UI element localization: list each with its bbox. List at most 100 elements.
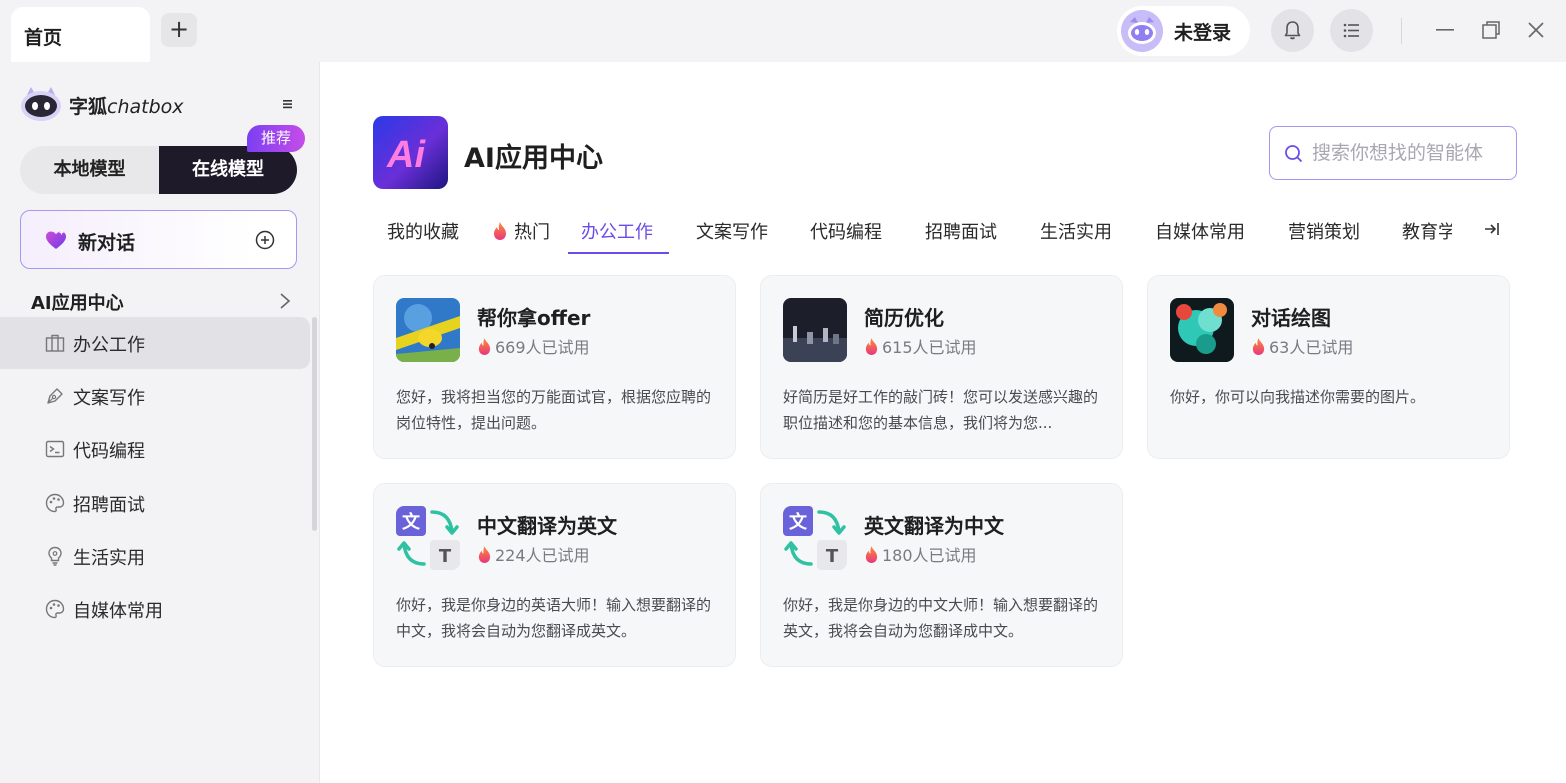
sidebar-item-coding[interactable]: 代码编程	[0, 423, 310, 475]
app-card[interactable]: 文 T 中文翻译为英文 224人已试用 你好，我是你身边的英语大师！输入想要翻译…	[373, 483, 736, 667]
svg-text:T: T	[826, 546, 839, 567]
app-card[interactable]: 文 T 英文翻译为中文 180人已试用 你好，我是你身边的中文大师！输入想要翻译…	[760, 483, 1123, 667]
online-model-tab[interactable]: 在线模型	[159, 146, 297, 194]
sidebar-scrollbar[interactable]	[312, 317, 317, 531]
fire-icon	[478, 546, 491, 563]
app-card[interactable]: 帮你拿offer 669人已试用 您好，我将担当您的万能面试官，根据您应聘的岗位…	[373, 275, 736, 459]
new-chat-label: 新对话	[78, 232, 136, 254]
minimize-icon[interactable]	[1433, 18, 1457, 42]
sidebar-item-office[interactable]: 办公工作	[0, 317, 310, 369]
fire-icon	[494, 222, 506, 240]
model-switch: 本地模型 在线模型	[20, 146, 297, 194]
ai-app-logo: Ai	[373, 116, 448, 189]
list-menu-button[interactable]	[1330, 9, 1373, 52]
tab-education[interactable]: 教育学	[1402, 218, 1452, 244]
search-input[interactable]	[1312, 139, 1508, 167]
card-usage: 669人已试用	[477, 334, 590, 358]
close-icon[interactable]	[1524, 18, 1548, 42]
card-usage: 180人已试用	[864, 542, 977, 566]
sidebar-item-self-media[interactable]: 自媒体常用	[0, 583, 310, 635]
tab-self-media[interactable]: 自媒体常用	[1155, 218, 1245, 244]
tab-favorites[interactable]: 我的收藏	[387, 218, 459, 244]
card-title: 对话绘图	[1251, 306, 1331, 330]
tab-home[interactable]: 首页	[11, 7, 150, 62]
svg-text:T: T	[439, 546, 452, 567]
section-title-ai-apps: AI应用中心	[31, 293, 124, 314]
card-title: 简历优化	[864, 306, 944, 330]
chevron-right-icon[interactable]	[278, 292, 292, 310]
sidebar-item-label: 招聘面试	[73, 495, 145, 516]
app-card[interactable]: 简历优化 615人已试用 好简历是好工作的敲门砖！您可以发送感兴趣的职位描述和您…	[760, 275, 1123, 459]
tab-coding[interactable]: 代码编程	[810, 218, 882, 244]
add-tab-button[interactable]: +	[161, 13, 197, 47]
local-model-tab[interactable]: 本地模型	[20, 146, 159, 194]
bell-icon	[1284, 21, 1301, 40]
card-description: 你好，你可以向我描述你需要的图片。	[1170, 388, 1426, 406]
collapse-menu-icon[interactable]	[280, 97, 294, 111]
tab-copywriting[interactable]: 文案写作	[696, 218, 768, 244]
sidebar-item-label: 自媒体常用	[73, 601, 163, 622]
card-usage: 63人已试用	[1251, 334, 1353, 358]
card-description: 你好，我是你身边的英语大师！输入想要翻译的中文，我将会自动为您翻译成英文。	[396, 596, 712, 640]
plus-circle-icon	[255, 230, 275, 250]
search-box	[1269, 126, 1517, 180]
card-title: 中文翻译为英文	[477, 514, 617, 538]
svg-text:文: 文	[402, 511, 421, 533]
fire-icon	[1252, 338, 1265, 355]
fire-icon	[865, 338, 878, 355]
title-bar: 首页 + 未登录	[0, 0, 1566, 62]
card-thumbnail	[396, 298, 460, 362]
card-description: 您好，我将担当您的万能面试官，根据您应聘的岗位特性，提出问题。	[396, 388, 712, 432]
page-title: AI应用中心	[464, 143, 603, 174]
sidebar-item-label: 生活实用	[73, 548, 145, 569]
tab-hot[interactable]: 热门	[492, 218, 550, 244]
new-chat-button[interactable]: 新对话	[20, 210, 297, 269]
user-name: 未登录	[1174, 22, 1232, 44]
sidebar-item-label: 代码编程	[73, 441, 145, 462]
sidebar-item-copywriting[interactable]: 文案写作	[0, 370, 310, 422]
tab-marketing[interactable]: 营销策划	[1288, 218, 1360, 244]
tab-recruiting[interactable]: 招聘面试	[925, 218, 997, 244]
maximize-icon[interactable]	[1479, 18, 1503, 42]
list-icon	[1343, 23, 1359, 38]
ai-logo-glyph: Ai	[386, 134, 426, 176]
app-brand: 字狐chatbox	[69, 96, 184, 118]
user-profile-button[interactable]: 未登录	[1117, 6, 1250, 56]
expand-tabs-icon[interactable]	[1483, 220, 1501, 238]
card-thumbnail	[1170, 298, 1234, 362]
translate-icon: 文 T	[783, 506, 847, 570]
sidebar-item-recruiting[interactable]: 招聘面试	[0, 477, 310, 529]
card-usage-count: 669人已试用	[495, 338, 590, 357]
palette-icon	[45, 493, 65, 513]
sidebar-item-label: 办公工作	[73, 335, 145, 356]
card-usage-count: 615人已试用	[882, 338, 977, 357]
main-content: Ai AI应用中心 我的收藏 热门 办公工作 文案写作 代码编程 招聘面试 生活…	[320, 62, 1566, 783]
card-thumbnail	[783, 298, 847, 362]
tab-office[interactable]: 办公工作	[581, 218, 653, 244]
card-description: 好简历是好工作的敲门砖！您可以发送感兴趣的职位描述和您的基本信息，我们将为您..…	[783, 388, 1099, 432]
pen-icon	[47, 388, 63, 404]
fire-icon	[478, 338, 491, 355]
card-description: 你好，我是你身边的中文大师！输入想要翻译的英文，我将会自动为您翻译成中文。	[783, 596, 1099, 640]
fire-icon	[865, 546, 878, 563]
sidebar-item-label: 文案写作	[73, 388, 145, 409]
card-usage: 615人已试用	[864, 334, 977, 358]
heart-sparkle-icon	[46, 229, 66, 249]
notification-button[interactable]	[1271, 9, 1314, 52]
palette-icon	[45, 599, 65, 619]
sidebar-item-daily-life[interactable]: 生活实用	[0, 530, 310, 582]
translate-icon: 文 T	[396, 506, 460, 570]
card-title: 英文翻译为中文	[864, 514, 1004, 538]
recommend-badge: 推荐	[247, 125, 305, 152]
app-card[interactable]: 对话绘图 63人已试用 你好，你可以向我描述你需要的图片。	[1147, 275, 1510, 459]
active-tab-indicator	[568, 252, 669, 254]
svg-text:Ai: Ai	[386, 134, 426, 176]
card-title: 帮你拿offer	[477, 306, 591, 330]
search-icon	[1285, 145, 1303, 163]
card-usage-count: 63人已试用	[1269, 338, 1354, 357]
divider	[1401, 18, 1402, 44]
chatbox-logo-icon	[21, 87, 61, 121]
avatar	[1121, 10, 1163, 52]
tab-daily-life[interactable]: 生活实用	[1040, 218, 1112, 244]
sidebar: 字狐chatbox 本地模型 在线模型 推荐 新对话 AI应用中心 办公工作 文…	[0, 62, 320, 783]
